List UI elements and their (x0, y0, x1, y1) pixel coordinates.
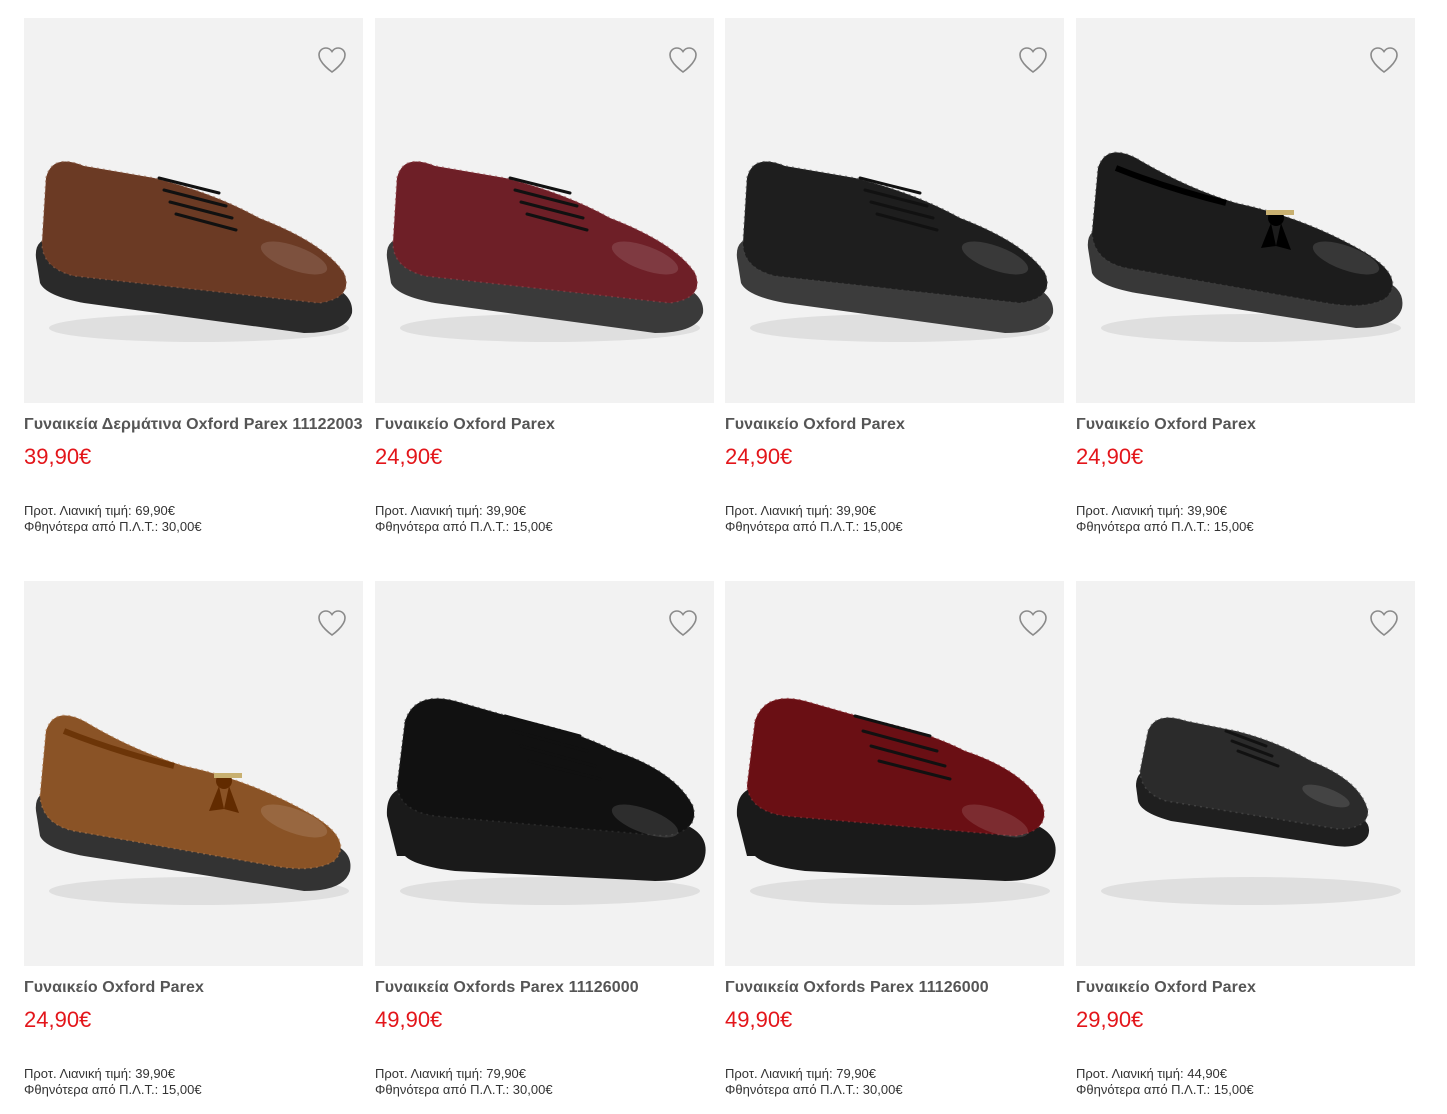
product-image[interactable] (725, 581, 1064, 966)
favorite-heart-icon[interactable] (317, 609, 347, 637)
product-price: 24,90€ (725, 444, 793, 469)
favorite-heart-icon[interactable] (317, 46, 347, 74)
product-card[interactable]: Γυναικεία Δερμάτινα Oxford Parex 1112200… (24, 18, 363, 534)
shoe-image (736, 697, 1056, 905)
savings-text: Φθηνότερα από Π.Λ.Τ.: 15,00€ (375, 519, 553, 534)
shoe-image (1101, 716, 1401, 905)
product-title[interactable]: Γυναικείο Oxford Parex (1076, 414, 1415, 435)
shoe-image (736, 160, 1054, 342)
product-image[interactable] (24, 18, 363, 403)
product-grid: Γυναικεία Δερμάτινα Oxford Parex 1112200… (0, 0, 1447, 1114)
product-title[interactable]: Γυναικεία Oxfords Parex 11126000 (725, 977, 1064, 998)
product-image[interactable] (1076, 581, 1415, 966)
savings-text: Φθηνότερα από Π.Λ.Τ.: 15,00€ (725, 519, 903, 534)
shoe-image (35, 714, 351, 905)
product-price: 24,90€ (1076, 444, 1144, 469)
product-card[interactable]: Γυναικείο Oxford Parex 24,90€ Προτ. Λιαν… (725, 18, 1064, 534)
retail-price: Προτ. Λιανική τιμή: 44,90€ (1076, 1066, 1228, 1081)
product-title[interactable]: Γυναικείο Oxford Parex (24, 977, 363, 998)
retail-price: Προτ. Λιανική τιμή: 79,90€ (375, 1066, 527, 1081)
shoe-image (1087, 151, 1403, 342)
savings-text: Φθηνότερα από Π.Λ.Τ.: 15,00€ (24, 1082, 202, 1097)
retail-price: Προτ. Λιανική τιμή: 39,90€ (1076, 503, 1228, 518)
favorite-heart-icon[interactable] (1018, 609, 1048, 637)
favorite-heart-icon[interactable] (1018, 46, 1048, 74)
product-image[interactable] (375, 18, 714, 403)
favorite-heart-icon[interactable] (668, 46, 698, 74)
savings-text: Φθηνότερα από Π.Λ.Τ.: 30,00€ (375, 1082, 553, 1097)
shoe-image (386, 160, 704, 342)
savings-text: Φθηνότερα από Π.Λ.Τ.: 30,00€ (24, 519, 202, 534)
product-title[interactable]: Γυναικεία Δερμάτινα Oxford Parex 1112200… (24, 414, 363, 435)
product-price: 29,90€ (1076, 1007, 1144, 1032)
shoe-image (35, 160, 353, 342)
product-price: 49,90€ (725, 1007, 793, 1032)
product-card[interactable]: Γυναικείο Oxford Parex 29,90€ Προτ. Λιαν… (1076, 581, 1415, 1097)
product-price: 39,90€ (24, 444, 92, 469)
retail-price: Προτ. Λιανική τιμή: 39,90€ (725, 503, 877, 518)
product-card[interactable]: Γυναικεία Oxfords Parex 11126000 49,90€ … (725, 581, 1064, 1097)
retail-price: Προτ. Λιανική τιμή: 79,90€ (725, 1066, 877, 1081)
product-price: 24,90€ (375, 444, 443, 469)
shoe-image (386, 697, 706, 905)
product-card[interactable]: Γυναικεία Oxfords Parex 11126000 49,90€ … (375, 581, 714, 1097)
product-image[interactable] (1076, 18, 1415, 403)
product-card[interactable]: Γυναικείο Oxford Parex 24,90€ Προτ. Λιαν… (24, 581, 363, 1097)
savings-text: Φθηνότερα από Π.Λ.Τ.: 15,00€ (1076, 1082, 1254, 1097)
product-title[interactable]: Γυναικείο Oxford Parex (725, 414, 1064, 435)
favorite-heart-icon[interactable] (668, 609, 698, 637)
product-price: 49,90€ (375, 1007, 443, 1032)
product-title[interactable]: Γυναικείο Oxford Parex (375, 414, 714, 435)
product-image[interactable] (24, 581, 363, 966)
savings-text: Φθηνότερα από Π.Λ.Τ.: 15,00€ (1076, 519, 1254, 534)
retail-price: Προτ. Λιανική τιμή: 39,90€ (24, 1066, 176, 1081)
retail-price: Προτ. Λιανική τιμή: 69,90€ (24, 503, 176, 518)
product-card[interactable]: Γυναικείο Oxford Parex 24,90€ Προτ. Λιαν… (375, 18, 714, 534)
favorite-heart-icon[interactable] (1369, 609, 1399, 637)
savings-text: Φθηνότερα από Π.Λ.Τ.: 30,00€ (725, 1082, 903, 1097)
product-image[interactable] (725, 18, 1064, 403)
product-title[interactable]: Γυναικείο Oxford Parex (1076, 977, 1415, 998)
favorite-heart-icon[interactable] (1369, 46, 1399, 74)
product-price: 24,90€ (24, 1007, 92, 1032)
product-card[interactable]: Γυναικείο Oxford Parex 24,90€ Προτ. Λιαν… (1076, 18, 1415, 534)
product-image[interactable] (375, 581, 714, 966)
retail-price: Προτ. Λιανική τιμή: 39,90€ (375, 503, 527, 518)
product-title[interactable]: Γυναικεία Oxfords Parex 11126000 (375, 977, 714, 998)
